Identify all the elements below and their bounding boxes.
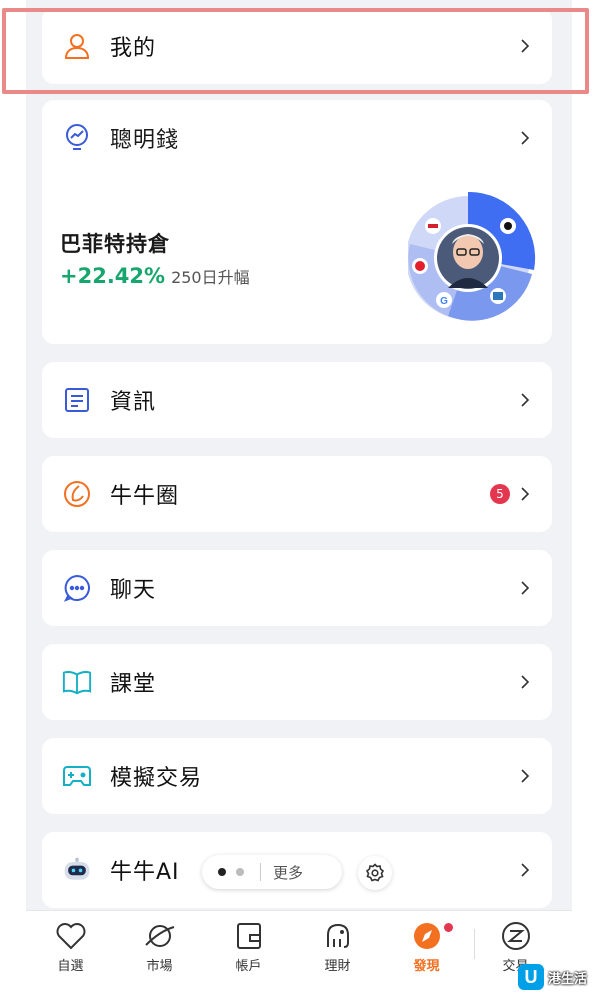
tab-discover[interactable]: 發現 (382, 921, 471, 998)
wallet-icon (236, 923, 261, 949)
gear-icon (365, 863, 385, 882)
tab-divider (474, 929, 475, 959)
menu-item-community[interactable]: 牛牛圈 5 (42, 456, 552, 532)
chevron-right-icon (518, 860, 532, 880)
feature-change: +22.42% (60, 264, 166, 288)
document-icon (62, 385, 92, 415)
notification-badge: 5 (490, 484, 510, 504)
ai-more-pill[interactable]: 更多 (202, 855, 342, 889)
lightbulb-chart-icon (62, 123, 92, 153)
menu-item-label: 牛牛圈 (110, 484, 180, 509)
planet-icon (144, 925, 174, 947)
carousel-dot-active (218, 868, 226, 876)
bottom-tab-bar: 自選 市場 帳戶 理財 發現 交易 (26, 910, 572, 998)
smart-money-label: 聰明錢 (110, 128, 180, 153)
menu-item-paper-trading[interactable]: 模擬交易 (42, 738, 552, 814)
tab-label: 發現 (413, 959, 440, 974)
trade-icon (501, 922, 530, 950)
tab-watchlist[interactable]: 自選 (26, 921, 115, 998)
notification-dot (444, 923, 453, 932)
feature-title: 巴菲特持倉 (60, 232, 170, 256)
tab-label: 帳戶 (235, 959, 262, 974)
selection-highlight (2, 8, 589, 94)
chat-bubble-icon (62, 573, 92, 603)
tab-label: 市場 (146, 959, 173, 974)
chevron-right-icon (518, 484, 532, 504)
chevron-right-icon (518, 578, 532, 598)
open-book-icon (62, 667, 92, 697)
menu-item-classroom[interactable]: 課堂 (42, 644, 552, 720)
robot-icon (62, 855, 92, 885)
tab-label: 自選 (57, 959, 84, 974)
menu-item-chat[interactable]: 聊天 (42, 550, 552, 626)
svg-text:G: G (440, 296, 448, 307)
smart-money-header[interactable]: 聰明錢 (42, 100, 552, 176)
chevron-right-icon (518, 672, 532, 692)
buffett-holdings-feature[interactable]: 巴菲特持倉 +22.42% 250日升幅 G (42, 176, 552, 344)
tab-label: 理財 (324, 959, 351, 974)
tab-account[interactable]: 帳戶 (204, 921, 293, 998)
watermark-logo: U (518, 964, 544, 990)
menu-item-ai[interactable]: 牛牛AI 更多 (42, 832, 552, 908)
watermark: U 港生活 (518, 960, 598, 994)
smart-money-card[interactable]: 聰明錢 巴菲特持倉 +22.42% 250日升幅 G (42, 100, 552, 344)
compass-icon (413, 923, 440, 949)
ai-settings-button[interactable] (358, 856, 392, 890)
leaf-circle-icon (62, 479, 92, 509)
more-link[interactable]: 更多 (273, 862, 303, 883)
pill-divider (260, 863, 261, 881)
chevron-right-icon (518, 128, 532, 148)
carousel-dot (236, 868, 244, 876)
menu-item-label: 資訊 (110, 390, 157, 415)
chevron-right-icon (518, 390, 532, 410)
elephant-icon (326, 923, 349, 948)
heart-icon (56, 923, 85, 950)
tab-wealth[interactable]: 理財 (293, 921, 382, 998)
feature-caption: 250日升幅 (171, 268, 250, 287)
chevron-right-icon (518, 766, 532, 786)
menu-item-news[interactable]: 資訊 (42, 362, 552, 438)
portrait-icon (437, 227, 499, 289)
menu-item-label: 模擬交易 (110, 766, 203, 791)
gamepad-icon (62, 761, 92, 791)
menu-item-label: 課堂 (110, 672, 157, 697)
holdings-donut: G (408, 192, 536, 321)
menu-item-label: 聊天 (110, 578, 157, 603)
tab-markets[interactable]: 市場 (115, 921, 204, 998)
watermark-text: 港生活 (548, 971, 588, 987)
feature-stats: +22.42% 250日升幅 (60, 264, 250, 288)
